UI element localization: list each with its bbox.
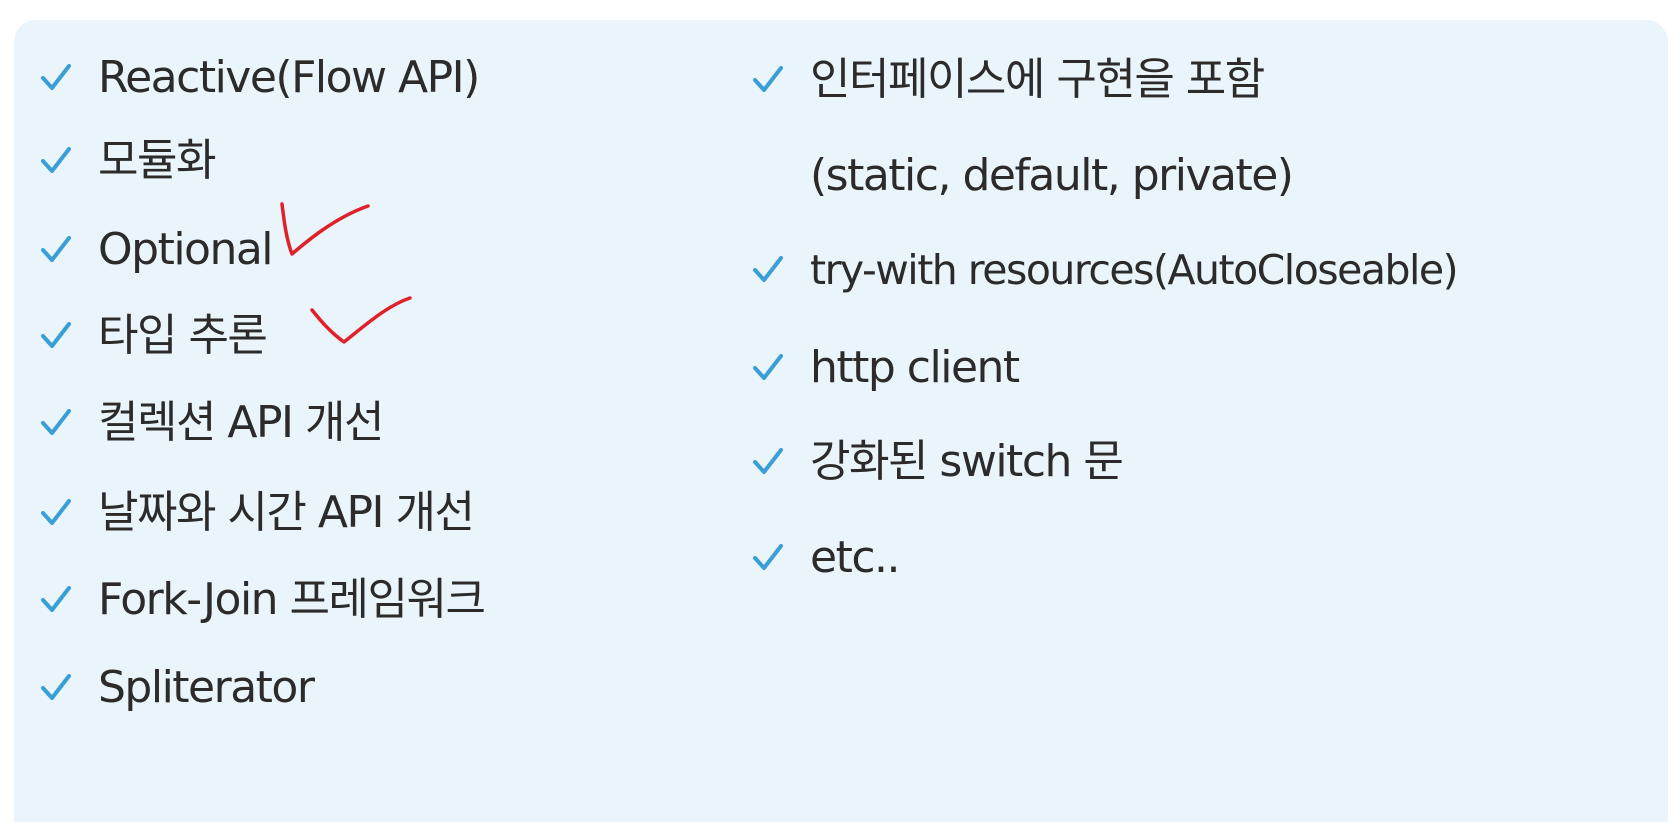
list-item-label: Spliterator <box>98 662 315 713</box>
checkmark-icon <box>40 63 72 93</box>
list-item: Reactive(Flow API) <box>40 48 480 108</box>
checkmark-icon <box>752 447 784 477</box>
list-item: http client <box>752 338 1020 398</box>
list-item: 타입 추론 <box>40 306 268 366</box>
list-item-label: try-with resources(AutoCloseable) <box>810 246 1459 294</box>
list-item: etc.. <box>752 528 901 588</box>
checkmark-icon <box>40 498 72 528</box>
checkmark-icon <box>752 543 784 573</box>
list-item-label: Fork-Join 프레임워크 <box>98 574 486 625</box>
list-item: 인터페이스에 구현을 포함 <box>752 50 1265 110</box>
list-item: Optional <box>40 220 274 280</box>
list-item-label: 날짜와 시간 API 개선 <box>98 487 475 538</box>
list-item-label: 타입 추론 <box>98 310 268 361</box>
list-item: 강화된 switch 문 <box>752 432 1124 492</box>
list-item-label: Reactive(Flow API) <box>98 52 480 103</box>
list-item: Fork-Join 프레임워크 <box>40 570 486 630</box>
checkmark-icon <box>40 673 72 703</box>
checkmark-icon <box>40 321 72 351</box>
handwritten-check-icon <box>280 202 370 256</box>
list-item-label: 강화된 switch 문 <box>810 436 1124 487</box>
list-item-label: 모듈화 <box>98 135 216 186</box>
list-item: 모듈화 <box>40 131 216 191</box>
list-item-label: 컬렉션 API 개선 <box>98 397 384 448</box>
list-item-label: 인터페이스에 구현을 포함 <box>810 54 1265 105</box>
checkmark-icon <box>752 255 784 285</box>
list-item: 날짜와 시간 API 개선 <box>40 483 475 543</box>
checkmark-icon <box>40 146 72 176</box>
list-item: Spliterator <box>40 658 315 718</box>
checkmark-icon <box>752 353 784 383</box>
handwritten-check-icon <box>310 296 412 344</box>
checkmark-icon <box>40 408 72 438</box>
list-item-label: etc.. <box>810 532 901 583</box>
list-item-continuation: (static, default, private) <box>810 150 1294 201</box>
checkmark-icon <box>752 65 784 95</box>
list-item: try-with resources(AutoCloseable) <box>752 240 1459 300</box>
checkmark-icon <box>40 585 72 615</box>
checkmark-icon <box>40 235 72 265</box>
list-item: 컬렉션 API 개선 <box>40 393 384 453</box>
list-item-label: Optional <box>98 224 274 275</box>
list-item-label: http client <box>810 342 1020 393</box>
